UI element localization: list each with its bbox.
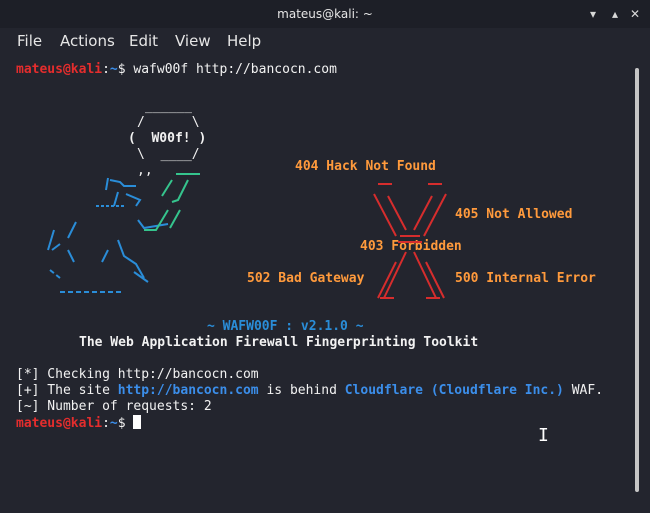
scrollbar-thumb[interactable] [635,68,639,492]
title-bar[interactable]: mateus@kali: ~ ▾ ▴ ✕ [0,0,650,28]
window-title: mateus@kali: ~ [277,7,373,21]
close-button[interactable]: ✕ [626,5,644,23]
speech-top: ______ [145,99,192,114]
menu-actions[interactable]: Actions [60,32,115,50]
ibeam-cursor-icon: I [538,425,549,446]
error-405: 405 Not Allowed [455,207,573,222]
prompt-separator: : [102,62,110,77]
prompt-separator-2: : [102,416,110,431]
toolkit-subtitle: The Web Application Firewall Fingerprint… [79,335,479,350]
prompt-user-2: mateus@kali [16,416,103,431]
prompt-symbol: $ [117,62,126,77]
prompt-user: mateus@kali [16,62,103,77]
menu-bar: File Actions Edit View Help [0,28,650,56]
result-prefix: [+] The site [16,383,118,398]
menu-view[interactable]: View [175,32,211,50]
version-banner: ~ WAFW00F : v2.1.0 ~ [207,319,364,334]
result-suffix: WAF. [563,383,604,398]
error-500: 500 Internal Error [455,271,596,286]
output-checking: [*] Checking http://bancocn.com [16,367,259,382]
prompt-symbol-2: $ [117,416,126,431]
menu-edit[interactable]: Edit [129,32,158,50]
command-line: mateus@kali:~$ wafw00f http://bancocn.co… [16,62,337,78]
prompt-path: ~ [109,62,118,77]
minimize-button[interactable]: ▾ [584,5,602,23]
output-result: [+] The site http://bancocn.com is behin… [16,383,603,399]
dog-illustration-icon [47,173,200,293]
command-text: wafw00f http://bancocn.com [125,62,337,77]
error-502: 502 Bad Gateway [247,271,365,286]
text-cursor [133,415,142,429]
output-requests: [~] Number of requests: 2 [16,399,212,414]
menu-file[interactable]: File [17,32,42,50]
terminal-window: mateus@kali: ~ ▾ ▴ ✕ File Actions Edit V… [0,0,650,513]
speech-lower: \ ____/ [137,147,200,162]
menu-help[interactable]: Help [227,32,261,50]
result-waf: Cloudflare (Cloudflare Inc.) [344,383,564,398]
result-mid: is behind [258,383,345,398]
result-url: http://bancocn.com [117,383,259,398]
vertical-scrollbar[interactable] [633,64,641,496]
maximize-button[interactable]: ▴ [606,5,624,23]
terminal-output[interactable]: mateus@kali:~$ wafw00f http://bancocn.co… [0,56,628,513]
error-404: 404 Hack Not Found [295,159,436,174]
speech-upper: / \ [137,115,200,130]
prompt-path-2: ~ [109,416,118,431]
speech-woof: ( W00f! ) [128,131,207,146]
current-prompt: mateus@kali:~$ [16,415,142,432]
x-mark-icon [373,183,447,299]
